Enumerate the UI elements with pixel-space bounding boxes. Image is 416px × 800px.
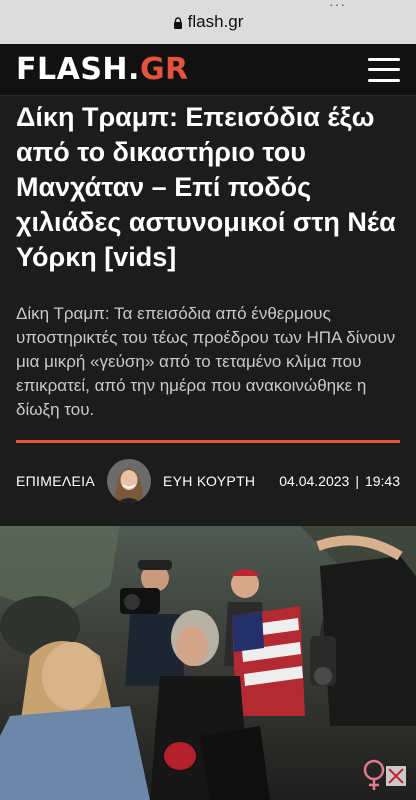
lock-icon [173, 17, 182, 29]
logo-tld: GR [139, 52, 189, 87]
url-text: flash.gr [187, 12, 244, 31]
logo-brand: FLASH. [16, 52, 140, 87]
hamburger-menu-icon[interactable] [368, 57, 400, 82]
article-lead: Δίκη Τραμπ: Τα επεισόδια από ένθερμους υ… [16, 304, 396, 419]
article-headline: Δίκη Τραμπ: Επεισόδια έξω από το δικαστή… [16, 102, 396, 272]
watermark-logo [363, 759, 406, 790]
author-avatar[interactable] [106, 459, 151, 503]
site-header: FLASH.GR [0, 44, 416, 96]
publish-time: 19:43 [364, 473, 400, 489]
browser-address-bar[interactable]: ··· flash.gr [0, 0, 416, 44]
article-hero-image [0, 526, 416, 800]
date-time-separator: | [355, 473, 359, 489]
byline: ΕΠΙΜΕΛΕΙΑ ΕΥΗ ΚΟΥΡΤΗ 04.04.2023 | 19:43 [16, 458, 400, 504]
curator-label: ΕΠΙΜΕΛΕΙΑ [16, 473, 95, 489]
article: Δίκη Τραμπ: Επεισόδια έξω από το δικαστή… [0, 96, 416, 800]
accent-divider [16, 440, 400, 443]
publish-date: 04.04.2023 [279, 473, 350, 489]
author-name[interactable]: ΕΥΗ ΚΟΥΡΤΗ [163, 473, 255, 489]
site-logo[interactable]: FLASH.GR [16, 52, 189, 87]
browser-menu-dots[interactable]: ··· [329, 0, 346, 12]
